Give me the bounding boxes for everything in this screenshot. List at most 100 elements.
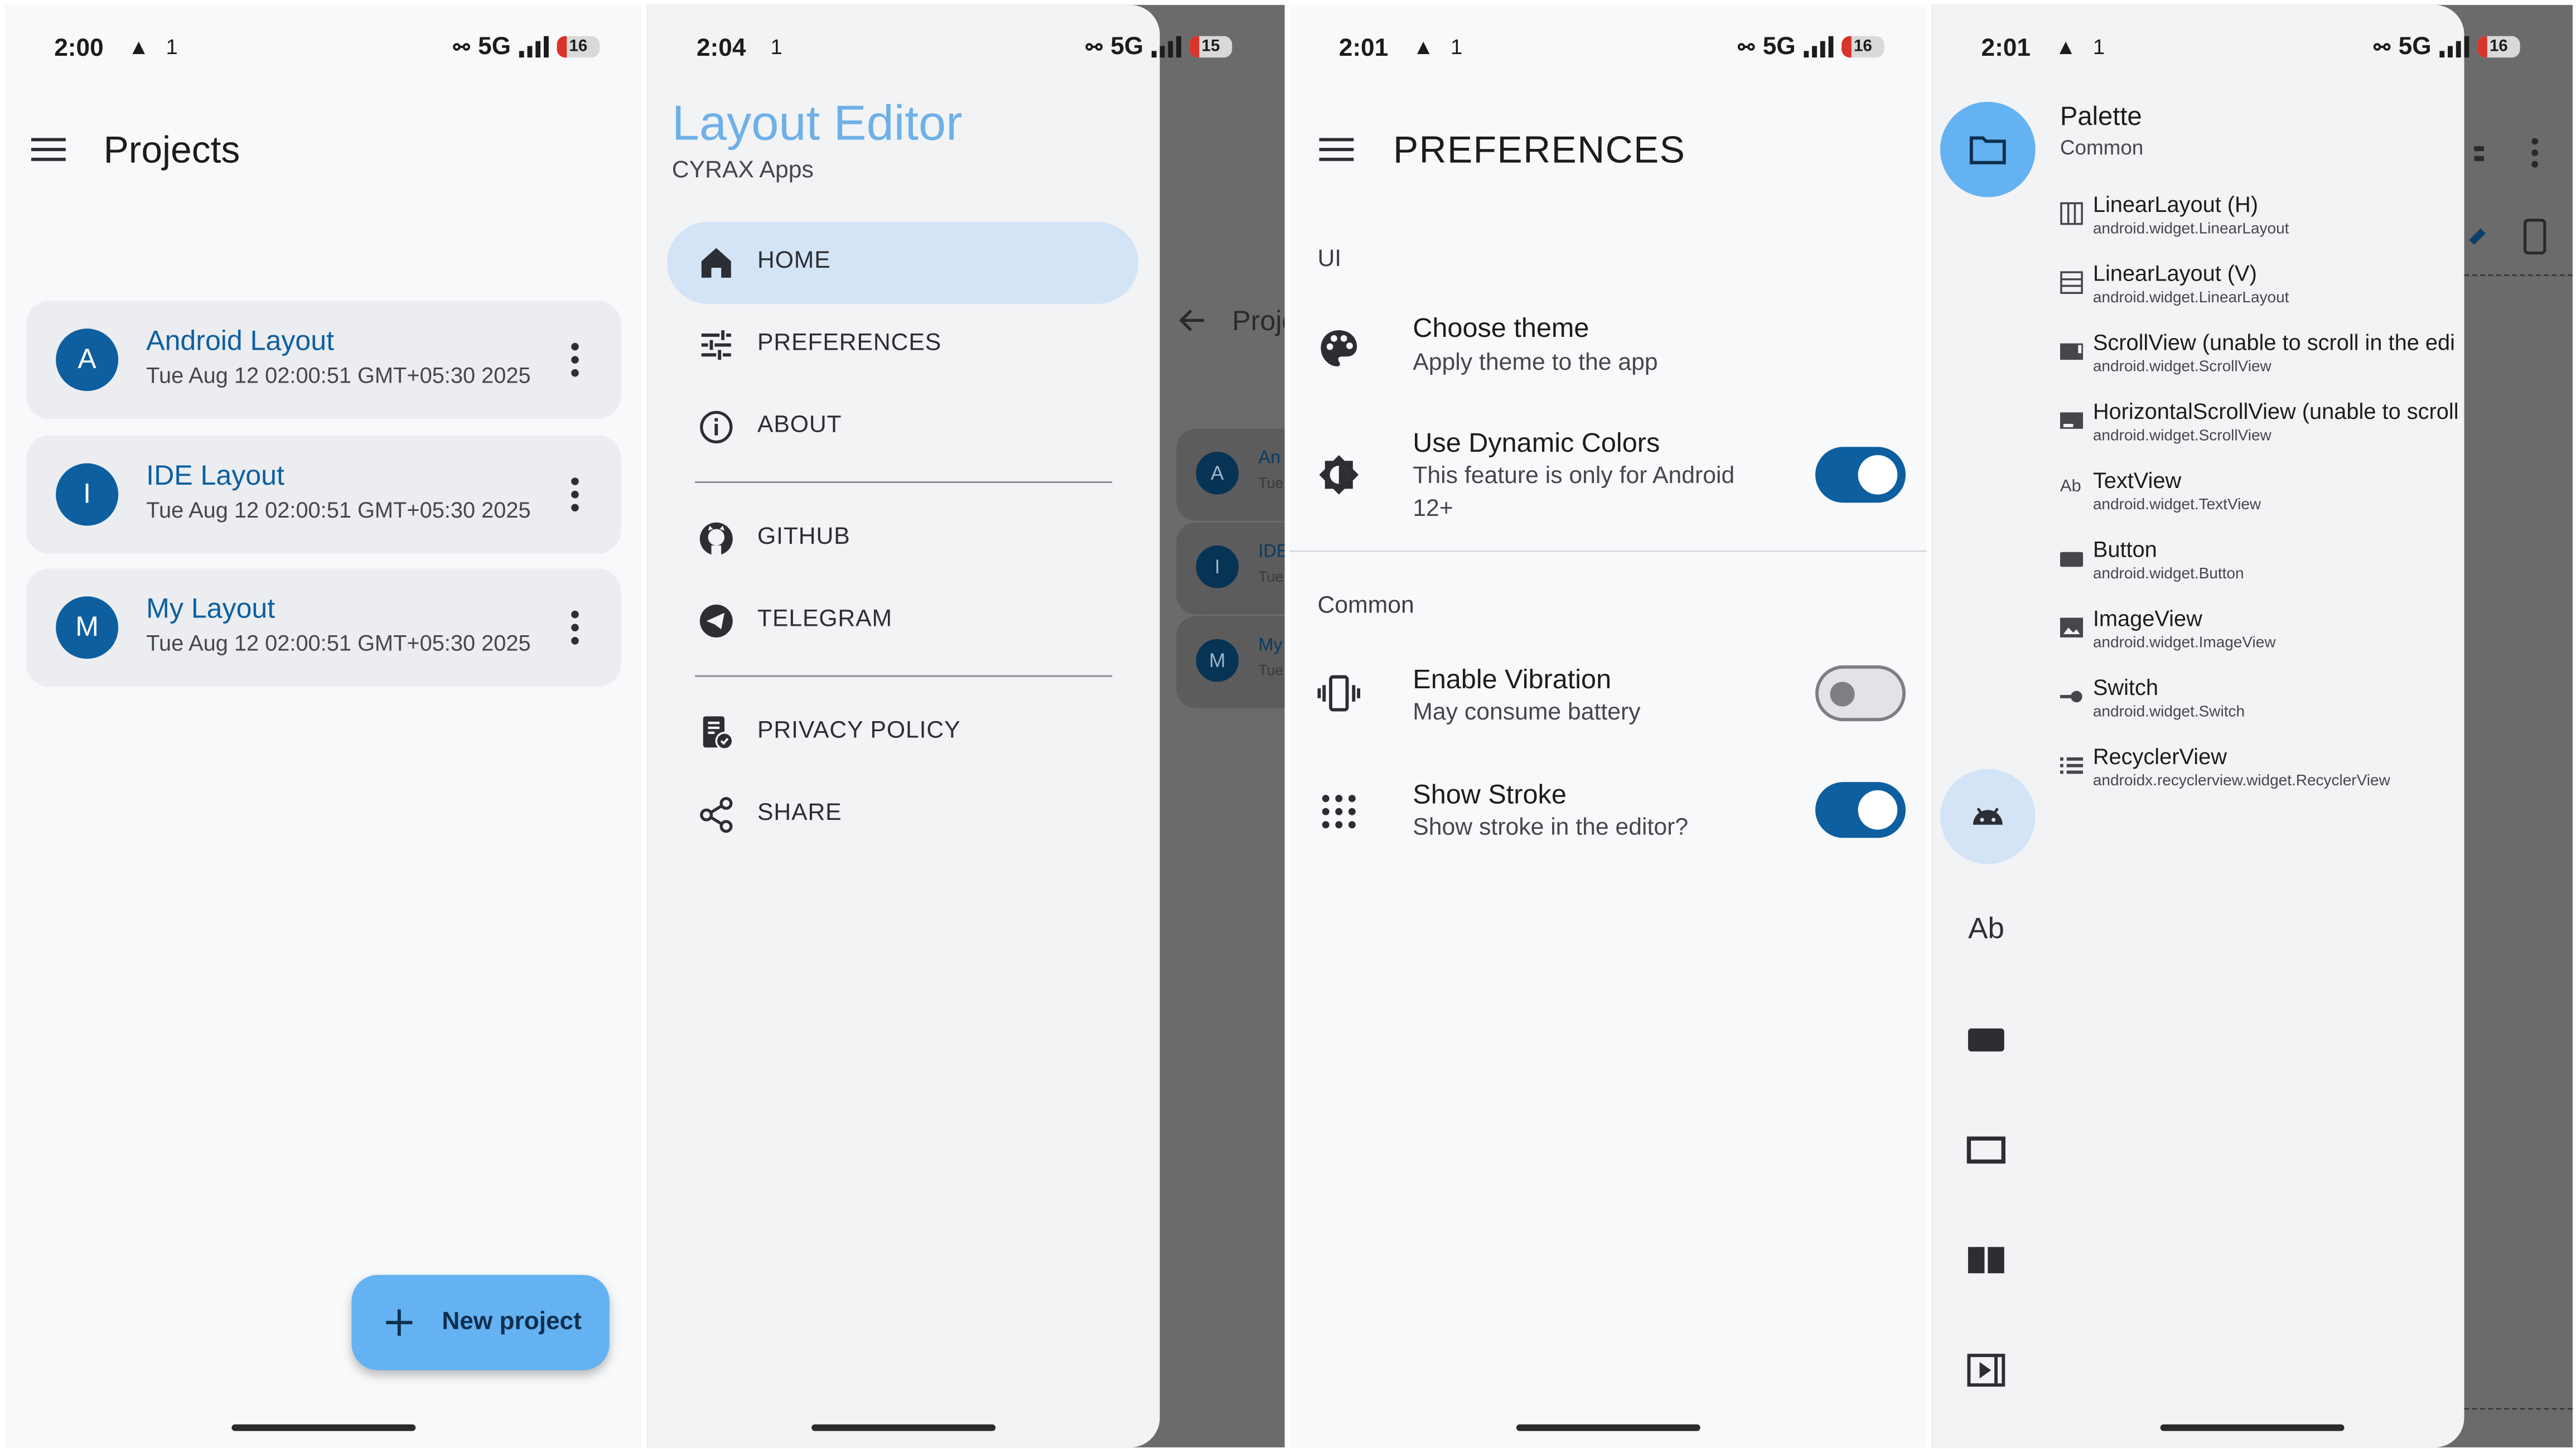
palette-item-name: Button (2092, 537, 2157, 562)
drawer-item-telegram[interactable]: TELEGRAM (667, 580, 1138, 662)
drawer-item-about[interactable]: ABOUT (667, 386, 1138, 468)
palette-item[interactable]: HorizontalScrollView (unable to scroll a… (1932, 398, 2464, 463)
notification-icon: 1 (770, 34, 782, 60)
switch-knob (1858, 455, 1898, 495)
drawer-item-home[interactable]: HOME (666, 221, 1139, 304)
app-title: Layout Editor (671, 96, 963, 152)
drawer-item-share[interactable]: SHARE (667, 774, 1138, 856)
pref-enable-vibration[interactable]: Enable Vibration May consume battery (1289, 652, 1927, 751)
vibration-switch[interactable] (1815, 665, 1906, 722)
avatar: A (56, 329, 119, 392)
telegram-icon (697, 601, 736, 641)
more-options-icon (2530, 136, 2540, 169)
avatar: A (1196, 452, 1239, 495)
media-category-icon[interactable] (1966, 1350, 2006, 1390)
button-category-icon[interactable] (1966, 1020, 2006, 1060)
palette-item[interactable]: LinearLayout (V) android.widget.LinearLa… (1932, 259, 2464, 325)
drawer-item-github[interactable]: GITHUB (667, 498, 1138, 580)
palette-item[interactable]: ImageView android.widget.ImageView (1932, 605, 2464, 670)
pref-title: Enable Vibration (1413, 665, 1612, 695)
palette-item[interactable]: Switch android.widget.Switch (1932, 674, 2464, 740)
drawer-item-privacy-policy[interactable]: PRIVACY POLICY (667, 692, 1138, 774)
palette-item-class: android.widget.LinearLayout (2092, 289, 2289, 307)
policy-icon (697, 713, 736, 752)
switch-knob (1830, 682, 1855, 707)
more-options-icon[interactable] (570, 608, 580, 648)
notification-icon: ▲ (1413, 34, 1434, 60)
gesture-bar (811, 1424, 996, 1431)
rail-common-button[interactable] (1940, 102, 2036, 197)
pref-title: Use Dynamic Colors (1413, 428, 1660, 458)
status-time: 2:01 (1338, 34, 1389, 62)
divider (695, 675, 1113, 677)
palette-item-class: android.widget.ScrollView (2092, 427, 2271, 446)
battery-icon: 16 (1842, 36, 1884, 58)
palette-item[interactable]: ScrollView (unable to scroll in the edi … (1932, 329, 2464, 394)
project-name: IDE Layout (146, 460, 284, 491)
pref-subtitle: This feature is only for Android (1413, 463, 1735, 490)
avatar: I (56, 463, 119, 526)
project-card[interactable]: M My Layout Tue Aug 12 02:00:51 GMT+05:3… (26, 568, 621, 687)
pref-title: Show Stroke (1413, 780, 1567, 810)
navigation-drawer: 2:04 1 Layout Editor CYRAX Apps HOME PRE… (647, 4, 1160, 1448)
project-name: An (1258, 448, 1281, 468)
canvas-border (2464, 274, 2573, 276)
network-type: 5G (2398, 32, 2432, 61)
project-date: Tue (1258, 568, 1284, 585)
status-bar-right: ⚯ 5G 16 (2343, 5, 2573, 97)
gesture-bar (231, 1424, 416, 1431)
network-type: 5G (1762, 32, 1796, 61)
home-icon (697, 243, 736, 283)
more-options-icon[interactable] (570, 475, 580, 514)
project-date: Tue Aug 12 02:00:51 GMT+05:30 2025 (146, 498, 531, 523)
image-icon (2060, 616, 2084, 639)
palette-item-name: RecyclerView (2092, 744, 2227, 769)
palette-item-name: ImageView (2092, 606, 2202, 631)
new-project-label: New project (442, 1307, 582, 1336)
show-stroke-switch[interactable] (1815, 782, 1906, 838)
drawer-item-label: SHARE (757, 800, 842, 827)
menu-icon[interactable] (31, 133, 67, 166)
pref-dynamic-colors[interactable]: Use Dynamic Colors This feature is only … (1289, 416, 1927, 530)
palette-item-class: android.widget.LinearLayout (2092, 220, 2289, 239)
dynamic-colors-switch[interactable] (1815, 447, 1906, 503)
folder-icon (1968, 130, 2008, 170)
new-project-button[interactable]: New project (351, 1274, 610, 1370)
layout-category-icon[interactable] (1966, 1131, 2006, 1170)
palette-item-class: android.widget.ScrollView (2092, 358, 2271, 376)
menu-icon[interactable] (1319, 133, 1355, 166)
drawer-item-label: PRIVACY POLICY (757, 718, 961, 745)
palette-screen: 2:01 ▲ 1 Ab Palette Common LinearLayout … (1932, 4, 2573, 1448)
palette-item[interactable]: Button android.widget.Button (1932, 535, 2464, 601)
switch-knob (1858, 790, 1898, 830)
project-date: Tue Aug 12 02:00:51 GMT+05:30 2025 (146, 363, 531, 388)
drawer-item-label: PREFERENCES (757, 330, 942, 357)
palette-item[interactable]: RecyclerView androidx.recyclerview.widge… (1932, 742, 2464, 808)
switch-icon (2060, 685, 2083, 708)
project-card[interactable]: I IDE Layout Tue Aug 12 02:00:51 GMT+05:… (26, 435, 621, 554)
more-options-icon[interactable] (570, 340, 580, 380)
pref-choose-theme[interactable]: Choose theme Apply theme to the app (1289, 301, 1927, 399)
notification-icon: 1 (1451, 34, 1463, 60)
network-type: 5G (478, 32, 511, 61)
palette-item-class: androidx.recyclerview.widget.RecyclerVie… (2092, 772, 2390, 790)
drawer-item-label: ABOUT (757, 412, 842, 439)
container-category-icon[interactable] (1966, 1240, 2006, 1280)
pref-subtitle: Apply theme to the app (1413, 350, 1658, 376)
linear-horizontal-icon (2060, 202, 2083, 225)
notification-icon: 1 (166, 34, 178, 60)
vpn-key-icon: ⚯ (1085, 35, 1103, 59)
battery-icon: 16 (2477, 36, 2520, 58)
palette-item[interactable]: Ab TextView android.widget.TextView (1932, 467, 2464, 533)
vpn-key-icon: ⚯ (453, 35, 470, 59)
drawer-item-preferences[interactable]: PREFERENCES (667, 304, 1138, 386)
palette-item-name: TextView (2092, 468, 2182, 493)
text-category-icon[interactable]: Ab (1968, 912, 2004, 946)
pref-title: Choose theme (1413, 313, 1589, 344)
palette-item-name: ScrollView (unable to scroll in the edi (2092, 330, 2455, 355)
page-title: PREFERENCES (1393, 128, 1686, 171)
palette-item[interactable]: LinearLayout (H) android.widget.LinearLa… (1932, 191, 2464, 257)
project-card[interactable]: A Android Layout Tue Aug 12 02:00:51 GMT… (26, 301, 621, 419)
network-type: 5G (1110, 32, 1144, 61)
pref-show-stroke[interactable]: Show Stroke Show stroke in the editor? (1289, 767, 1927, 866)
